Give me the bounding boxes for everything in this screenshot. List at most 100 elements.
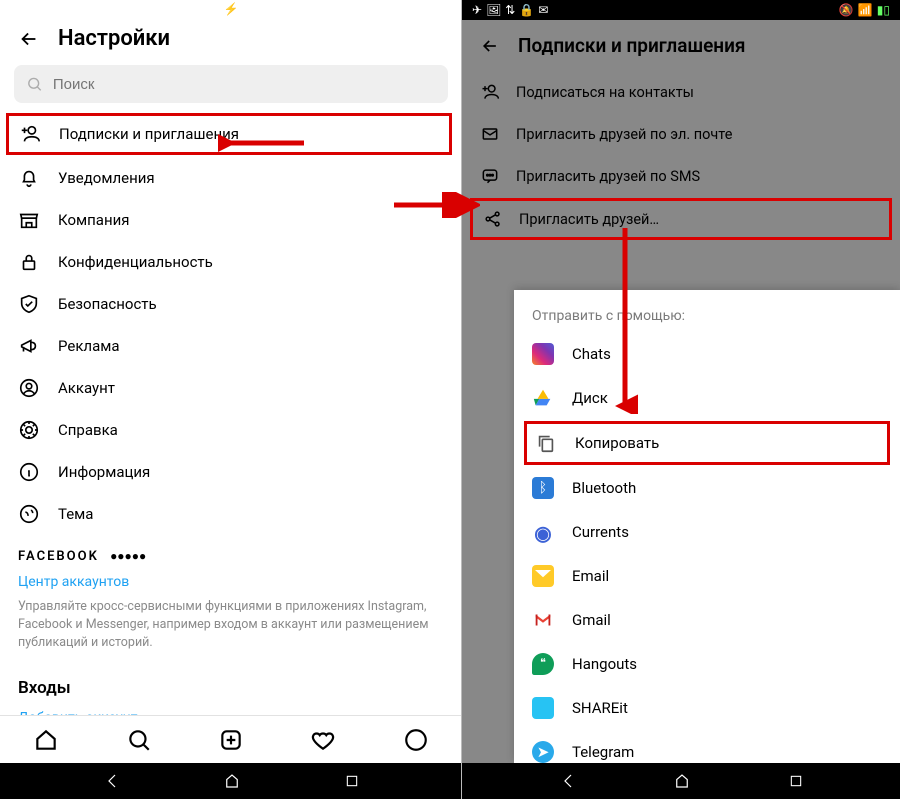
search-field[interactable] — [53, 76, 436, 93]
share-item-label: Telegram — [572, 743, 634, 761]
nav-recent-icon[interactable] — [344, 773, 360, 789]
share-item-copy[interactable]: Копировать — [524, 421, 890, 465]
facebook-apps-icons: ●●●●● — [110, 549, 146, 563]
settings-header: Настройки — [0, 14, 462, 65]
status-bar: ⚡ — [0, 0, 462, 14]
back-icon[interactable] — [480, 36, 500, 56]
accounts-center-desc: Управляйте кросс-сервисными функциями в … — [0, 596, 462, 662]
dimmed-background: Подписки и приглашения Подписаться на ко… — [462, 20, 900, 763]
share-icon — [483, 209, 503, 229]
settings-item-label: Информация — [58, 465, 150, 480]
settings-item-help[interactable]: Справка — [0, 409, 462, 451]
share-item-hangouts[interactable]: ❝ Hangouts — [514, 642, 900, 686]
invite-item-sms[interactable]: Пригласить друзей по SMS — [462, 155, 900, 197]
settings-item-theme[interactable]: Тема — [0, 493, 462, 535]
nav-back-icon[interactable] — [103, 772, 121, 790]
megaphone-icon — [18, 335, 40, 357]
settings-item-label: Подписки и приглашения — [59, 127, 239, 142]
settings-item-label: Безопасность — [58, 297, 157, 312]
share-item-label: Bluetooth — [572, 479, 636, 497]
home-icon[interactable] — [33, 727, 59, 753]
instagram-icon — [532, 343, 554, 365]
share-item-shareit[interactable]: SHAREit — [514, 686, 900, 730]
help-icon — [18, 419, 40, 441]
share-item-email[interactable]: Email — [514, 554, 900, 598]
share-item-telegram[interactable]: ➤ Telegram — [514, 730, 900, 774]
invite-item-label: Пригласить друзей по SMS — [516, 168, 700, 185]
annotation-arrow-1 — [218, 130, 308, 156]
add-account-link[interactable]: Добавить аккаунт — [0, 706, 462, 715]
shareit-icon — [532, 697, 554, 719]
copy-icon — [535, 432, 557, 454]
share-item-label: Копировать — [575, 434, 659, 452]
settings-item-privacy[interactable]: Конфиденциальность — [0, 241, 462, 283]
drive-icon — [532, 387, 554, 409]
share-item-gmail[interactable]: Gmail — [514, 598, 900, 642]
status-left-icons: ✈🖼⇅🔒✉ — [470, 3, 550, 17]
phone-left: ⚡ Настройки Подписки и приглашения Уведо… — [0, 0, 462, 799]
profile-ring-icon[interactable] — [403, 727, 429, 753]
settings-item-about[interactable]: Информация — [0, 451, 462, 493]
facebook-label: FACEBOOK — [18, 549, 99, 564]
charging-icon: ⚡ — [224, 2, 239, 16]
share-sheet-title: Отправить с помощью: — [514, 290, 900, 332]
share-item-label: SHAREit — [572, 699, 628, 717]
settings-item-label: Реклама — [58, 339, 120, 354]
share-item-label: Hangouts — [572, 655, 637, 673]
back-icon[interactable] — [18, 28, 40, 50]
settings-item-label: Уведомления — [58, 171, 155, 186]
info-icon — [18, 461, 40, 483]
person-circle-icon — [18, 377, 40, 399]
invite-item-label: Подписаться на контакты — [516, 84, 694, 101]
share-item-label: Диск — [572, 389, 608, 407]
settings-item-label: Компания — [58, 213, 129, 228]
shield-icon — [18, 293, 40, 315]
search-tab-icon[interactable] — [126, 727, 152, 753]
share-item-bluetooth[interactable]: ᛒ Bluetooth — [514, 466, 900, 510]
facebook-section: FACEBOOK ●●●●● — [0, 535, 462, 570]
search-icon — [26, 75, 43, 93]
settings-item-label: Аккаунт — [58, 381, 115, 396]
add-person-icon — [480, 82, 500, 102]
invite-item-label: Пригласить друзей по эл. почте — [516, 126, 732, 143]
heart-icon[interactable] — [310, 727, 336, 753]
theme-icon — [18, 503, 40, 525]
logins-heading: Входы — [0, 662, 462, 706]
annotation-arrow-3 — [612, 224, 638, 414]
app-tabbar — [0, 715, 462, 763]
hangouts-icon: ❝ — [532, 653, 554, 675]
nav-home-icon[interactable] — [223, 772, 241, 790]
status-right-icons: 🔕📶▮▯ — [837, 3, 892, 17]
settings-item-label: Справка — [58, 423, 118, 438]
share-item-label: Currents — [572, 523, 629, 541]
search-input[interactable] — [14, 65, 448, 103]
accounts-center-link[interactable]: Центр аккаунтов — [0, 570, 462, 596]
currents-icon: ◉ — [532, 521, 554, 543]
share-item-chats[interactable]: Chats — [514, 332, 900, 376]
nav-home-icon[interactable] — [673, 772, 691, 790]
invite-item-other[interactable]: Пригласить друзей… — [470, 198, 892, 240]
settings-item-ads[interactable]: Реклама — [0, 325, 462, 367]
invite-header: Подписки и приглашения — [462, 20, 900, 71]
settings-item-account[interactable]: Аккаунт — [0, 367, 462, 409]
share-item-currents[interactable]: ◉ Currents — [514, 510, 900, 554]
telegram-icon: ➤ — [532, 741, 554, 763]
bluetooth-icon: ᛒ — [532, 477, 554, 499]
invite-item-follow-contacts[interactable]: Подписаться на контакты — [462, 71, 900, 113]
create-icon[interactable] — [218, 727, 244, 753]
share-sheet: Отправить с помощью: Chats Диск Копирова… — [514, 290, 900, 763]
add-person-icon — [19, 123, 41, 145]
phone-right: ✈🖼⇅🔒✉ 🔕📶▮▯ Подписки и приглашения Подпис… — [462, 0, 900, 799]
settings-item-security[interactable]: Безопасность — [0, 283, 462, 325]
shop-icon — [18, 209, 40, 231]
share-item-label: Email — [572, 567, 609, 585]
share-item-label: Gmail — [572, 611, 611, 629]
android-navbar — [0, 763, 462, 799]
share-item-drive[interactable]: Диск — [514, 376, 900, 420]
gmail-icon — [532, 609, 554, 631]
status-bar: ✈🖼⇅🔒✉ 🔕📶▮▯ — [462, 0, 900, 20]
invite-item-email[interactable]: Пригласить друзей по эл. почте — [462, 113, 900, 155]
nav-back-icon[interactable] — [559, 772, 577, 790]
annotation-arrow-2 — [390, 192, 480, 218]
nav-recent-icon[interactable] — [788, 773, 804, 789]
